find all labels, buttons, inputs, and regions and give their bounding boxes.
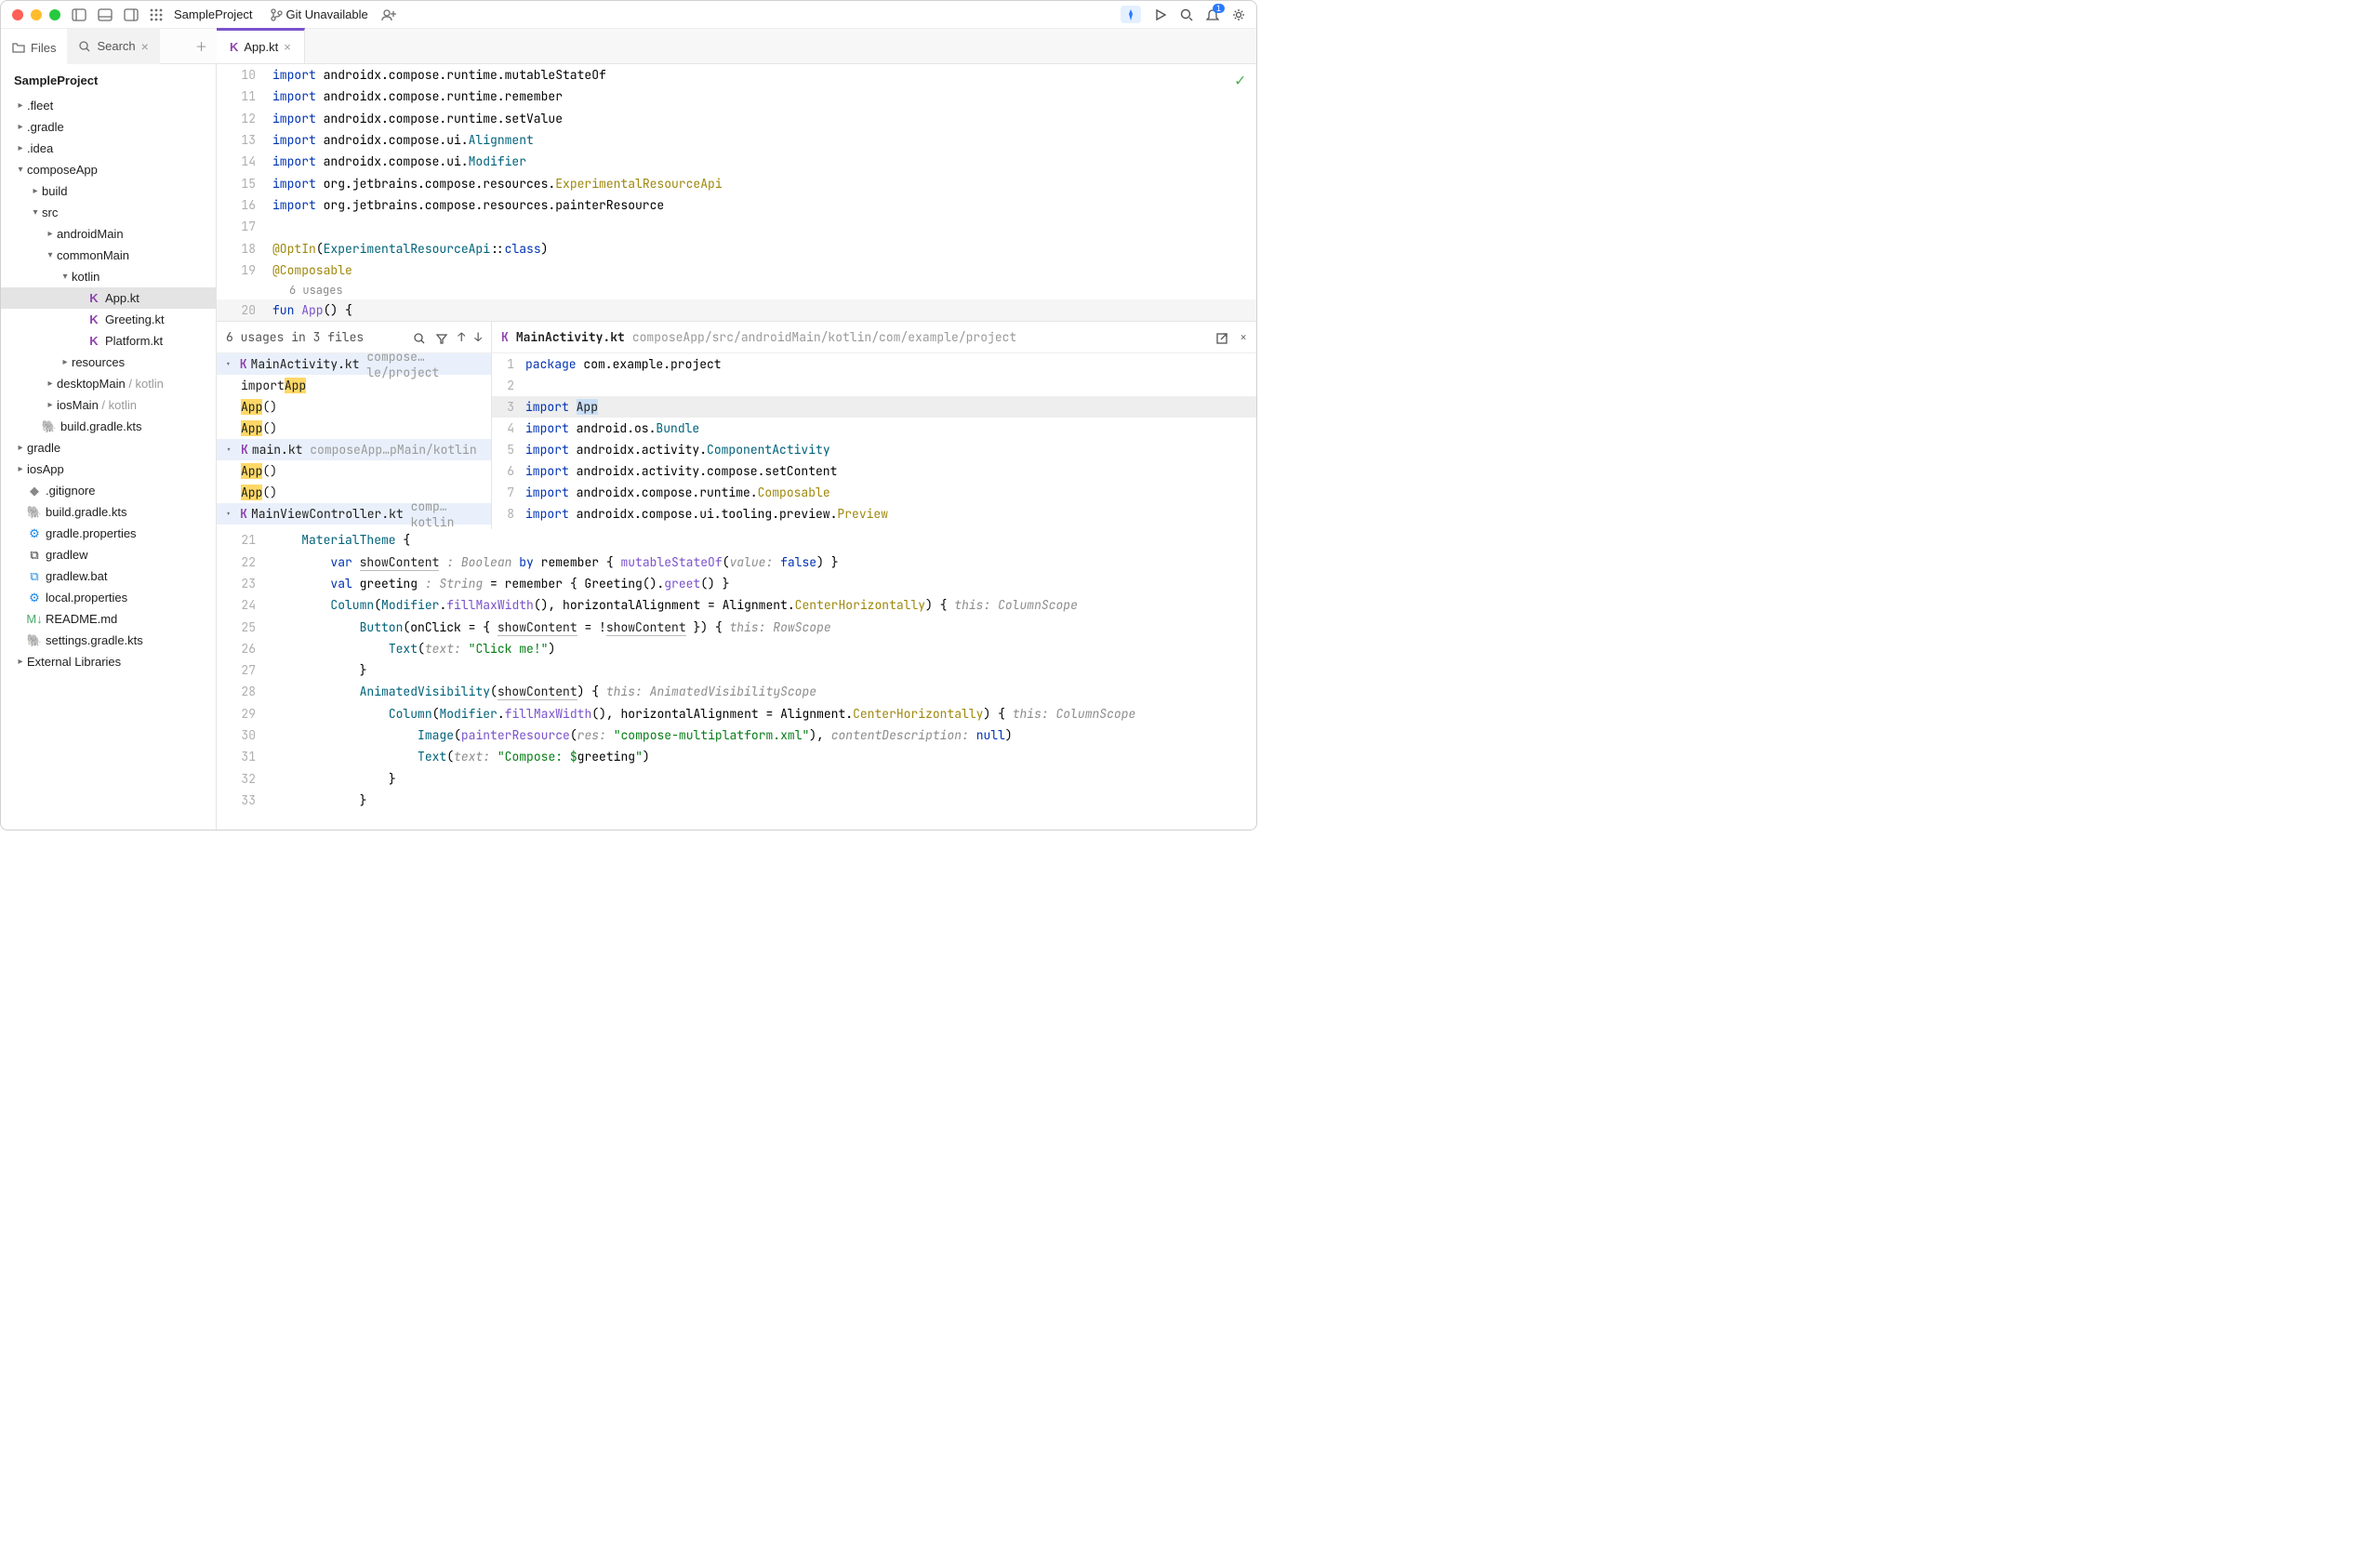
tree-item[interactable]: ▸desktopMain / kotlin — [1, 373, 216, 394]
preview-path: composeApp/src/androidMain/kotlin/com/ex… — [632, 329, 1016, 345]
tree-item[interactable]: 🐘build.gradle.kts — [1, 416, 216, 437]
editor-top[interactable]: ✓ 10import androidx.compose.runtime.muta… — [217, 64, 1256, 321]
close-icon[interactable]: × — [284, 40, 291, 54]
prev-occurrence-icon[interactable]: ↑ — [458, 329, 465, 345]
tree-item[interactable]: ▾commonMain — [1, 245, 216, 266]
tree-item[interactable]: ▸gradle — [1, 437, 216, 458]
tree-item[interactable]: KPlatform.kt — [1, 330, 216, 352]
close-window[interactable] — [12, 9, 23, 20]
close-icon[interactable]: × — [141, 39, 149, 54]
usage-occurrence[interactable]: App() — [217, 418, 491, 439]
search-icon[interactable] — [1180, 7, 1193, 22]
editor-tab-app[interactable]: K App.kt × — [217, 28, 305, 63]
kotlin-file-icon: K — [230, 40, 238, 54]
maximize-window[interactable] — [49, 9, 60, 20]
usages-inline-hint[interactable]: 6 usages — [217, 281, 1256, 299]
inspection-ok-icon[interactable]: ✓ — [1235, 70, 1245, 91]
tree-item[interactable]: KGreeting.kt — [1, 309, 216, 330]
git-branch-icon[interactable] — [270, 8, 283, 21]
tree-item[interactable]: ▾src — [1, 202, 216, 223]
usage-file-group[interactable]: ▾KMainActivity.kt compose…le/project — [217, 353, 491, 375]
project-name[interactable]: SampleProject — [174, 7, 253, 21]
project-tree[interactable]: SampleProject ▸.fleet▸.gradle▸.idea▾comp… — [1, 64, 217, 830]
tree-item[interactable]: M↓README.md — [1, 608, 216, 630]
notifications-icon[interactable]: 1 — [1206, 7, 1219, 22]
add-tab-icon[interactable]: ＋ — [186, 37, 217, 55]
git-status[interactable]: Git Unavailable — [286, 7, 368, 21]
search-icon — [78, 40, 91, 53]
panel-right-icon[interactable] — [124, 8, 139, 21]
tree-item[interactable]: ▸androidMain — [1, 223, 216, 245]
preview-filename: MainActivity.kt — [516, 329, 625, 345]
project-title: SampleProject — [1, 64, 216, 95]
kotlin-file-icon: K — [501, 329, 509, 345]
filter-icon[interactable] — [435, 329, 448, 345]
notification-count: 1 — [1213, 4, 1225, 13]
search-icon[interactable] — [413, 329, 426, 345]
apps-icon[interactable] — [150, 8, 163, 21]
tree-item[interactable]: ▸External Libraries — [1, 651, 216, 672]
tree-item[interactable]: ⚙local.properties — [1, 587, 216, 608]
tree-item[interactable]: KApp.kt — [1, 287, 216, 309]
sidebar-tab-search[interactable]: Search × — [67, 29, 159, 64]
tree-item[interactable]: ⚙gradle.properties — [1, 523, 216, 544]
window-controls — [12, 9, 60, 20]
sidebar-tab-files[interactable]: Files — [1, 29, 67, 64]
panel-bottom-icon[interactable] — [98, 8, 113, 21]
usages-count: 6 usages in 3 files — [226, 329, 404, 345]
tree-item[interactable]: ▸.idea — [1, 138, 216, 159]
add-collaborator-icon[interactable] — [381, 8, 396, 21]
find-usages-panel: 6 usages in 3 files ↑ ↓ ▾KMainActivity.k… — [217, 321, 1256, 529]
usage-file-group[interactable]: ▾KMainViewController.kt comp…kotlin — [217, 503, 491, 525]
tree-item[interactable]: ▾composeApp — [1, 159, 216, 180]
tree-item[interactable]: ▸iosApp — [1, 458, 216, 480]
tree-item[interactable]: ⧉gradlew — [1, 544, 216, 565]
close-preview-icon[interactable]: × — [1240, 329, 1247, 345]
minimize-window[interactable] — [31, 9, 42, 20]
usage-file-group[interactable]: ▾Kmain.kt composeApp…pMain/kotlin — [217, 439, 491, 460]
preview-editor[interactable]: 1package com.example.project23import App… — [492, 353, 1256, 529]
run-icon[interactable] — [1154, 7, 1167, 22]
tree-item[interactable]: 🐘build.gradle.kts — [1, 501, 216, 523]
tree-item[interactable]: ▸iosMain / kotlin — [1, 394, 216, 416]
folder-icon — [12, 41, 25, 54]
tabs-row: Files Search × ＋ K App.kt × — [1, 29, 1256, 64]
ai-assistant-icon[interactable] — [1121, 6, 1141, 24]
panel-left-icon[interactable] — [72, 8, 86, 21]
editor-bottom[interactable]: 21 MaterialTheme {22 var showContent : B… — [217, 529, 1256, 830]
titlebar: SampleProject Git Unavailable 1 — [1, 1, 1256, 29]
tree-item[interactable]: ⧉gradlew.bat — [1, 565, 216, 587]
usage-occurrence[interactable]: App() — [217, 460, 491, 482]
usage-occurrence[interactable]: App() — [217, 396, 491, 418]
tree-item[interactable]: ▸build — [1, 180, 216, 202]
tree-item[interactable]: ▸resources — [1, 352, 216, 373]
next-occurrence-icon[interactable]: ↓ — [474, 329, 482, 345]
tree-item[interactable]: 🐘settings.gradle.kts — [1, 630, 216, 651]
tree-item[interactable]: ◆.gitignore — [1, 480, 216, 501]
tree-item[interactable]: ▸.fleet — [1, 95, 216, 116]
open-in-editor-icon[interactable] — [1215, 329, 1228, 345]
tree-item[interactable]: ▸.gradle — [1, 116, 216, 138]
settings-icon[interactable] — [1232, 7, 1245, 22]
tree-item[interactable]: ▾kotlin — [1, 266, 216, 287]
